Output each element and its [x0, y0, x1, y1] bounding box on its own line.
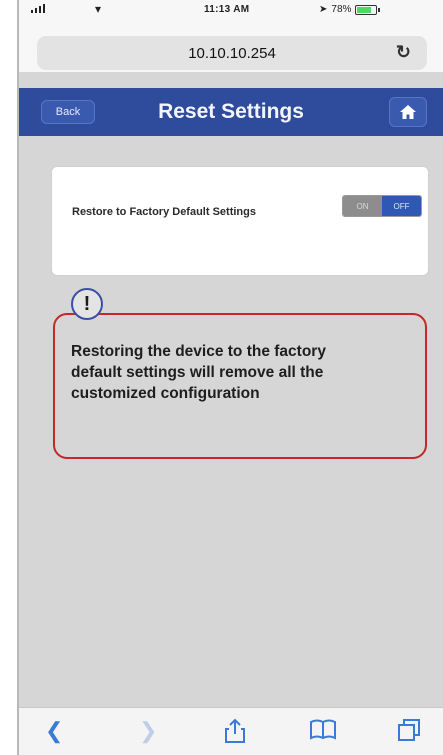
status-battery-percent: 78%	[331, 4, 352, 15]
restore-label: Restore to Factory Default Settings	[72, 206, 256, 218]
location-icon: ➤	[319, 4, 328, 15]
url-text[interactable]: 10.10.10.254	[188, 45, 276, 62]
exclamation-icon: !	[71, 288, 103, 320]
restore-toggle[interactable]: ON OFF	[342, 195, 422, 217]
address-bar[interactable]: 10.10.10.254 ↻	[37, 36, 427, 70]
reload-icon[interactable]: ↻	[396, 42, 411, 63]
toggle-on-option[interactable]: ON	[343, 196, 382, 216]
home-button[interactable]	[389, 97, 427, 127]
browser-toolbar: ❮ ❯	[19, 707, 443, 755]
page-title: Reset Settings	[158, 100, 304, 123]
home-icon	[400, 105, 416, 119]
page-header: Back Reset Settings	[19, 88, 443, 136]
status-bar: ▾ 11:13 AM ➤ 78%	[19, 0, 443, 20]
back-icon[interactable]: ❮	[45, 718, 63, 744]
signal-icon	[31, 4, 45, 13]
browser-chrome: 10.10.10.254 ↻	[19, 20, 443, 72]
share-icon[interactable]	[224, 718, 246, 750]
status-time: 11:13 AM	[204, 4, 250, 15]
bookmarks-icon[interactable]	[309, 718, 337, 746]
phone-screen: ▾ 11:13 AM ➤ 78% 10.10.10.254 ↻ Back Res…	[17, 0, 443, 755]
status-right: ➤ 78%	[319, 4, 381, 15]
forward-icon[interactable]: ❯	[139, 718, 157, 744]
warning-box: Restoring the device to the factory defa…	[53, 313, 427, 459]
battery-icon	[355, 4, 378, 15]
warning-text: Restoring the device to the factory defa…	[71, 343, 326, 402]
back-button[interactable]: Back	[41, 100, 95, 124]
wifi-icon: ▾	[95, 2, 102, 16]
restore-card: Restore to Factory Default Settings ON O…	[51, 166, 429, 276]
tabs-icon[interactable]	[397, 718, 421, 748]
toggle-off-option[interactable]: OFF	[382, 196, 421, 216]
